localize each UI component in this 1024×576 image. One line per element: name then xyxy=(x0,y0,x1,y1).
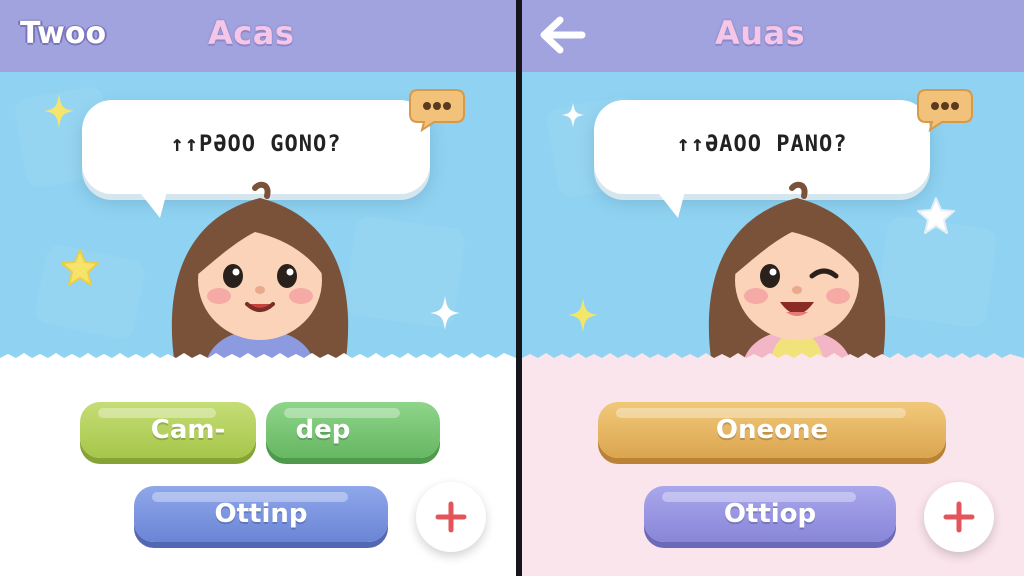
brand-logo: Twoo xyxy=(20,16,107,51)
sparkle-icon xyxy=(44,94,74,128)
star-icon xyxy=(61,249,99,286)
top-bar: Twoo Acas xyxy=(0,0,516,72)
chat-bubble-icon xyxy=(409,89,465,132)
back-arrow-icon[interactable] xyxy=(538,12,588,58)
option-label: dep xyxy=(295,415,351,445)
sparkle-icon xyxy=(568,298,598,332)
option-button-green[interactable]: dep xyxy=(266,402,440,458)
character-girl xyxy=(171,181,349,366)
top-bar: Auas xyxy=(522,0,1024,72)
option-label: Cam- xyxy=(150,415,226,445)
plus-icon xyxy=(435,501,467,533)
primary-button-label: Ottinp xyxy=(214,499,308,529)
add-button[interactable] xyxy=(924,482,994,552)
primary-button-label: Ottiop xyxy=(723,499,817,529)
top-option-button[interactable]: Oneone xyxy=(598,402,946,458)
left-screen: Twoo Acas ↑↑PƏOO GONO? Cam- dep Ottinp xyxy=(0,0,516,576)
plus-icon xyxy=(943,501,975,533)
chat-bubble-icon xyxy=(917,89,973,132)
right-screen: Auas ↑↑ƏAOO PANO? Oneone Ottiop xyxy=(522,0,1024,576)
speech-text: ↑↑ƏAOO PANO? xyxy=(676,132,848,157)
sparkle-icon xyxy=(430,296,460,330)
add-button[interactable] xyxy=(416,482,486,552)
option-label: Oneone xyxy=(715,415,829,445)
screen-title: Acas xyxy=(208,14,295,52)
star-icon xyxy=(917,197,955,234)
character-girl-winking xyxy=(708,181,886,366)
speech-text: ↑↑PƏOO GONO? xyxy=(170,132,342,157)
primary-button[interactable]: Ottinp xyxy=(134,486,388,542)
screen-title: Auas xyxy=(715,14,806,52)
sparkle-icon xyxy=(562,102,584,128)
primary-button[interactable]: Ottiop xyxy=(644,486,896,542)
option-button-yellow[interactable]: Cam- xyxy=(80,402,256,458)
speech-bubble-tail xyxy=(648,180,688,218)
